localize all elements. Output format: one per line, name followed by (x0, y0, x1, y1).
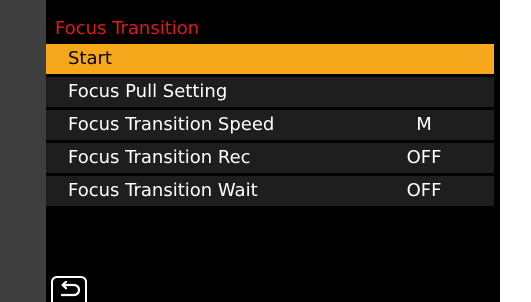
menu-item-value: OFF (406, 147, 442, 168)
menu-item-label: Focus Pull Setting (68, 81, 228, 102)
return-arrow-icon (60, 281, 81, 297)
menu-item-value: OFF (406, 180, 442, 201)
menu-item-label: Focus Transition Speed (68, 114, 275, 135)
menu-item-label: Start (68, 48, 112, 69)
left-sidebar (0, 0, 46, 302)
menu-item-label: Focus Transition Rec (68, 147, 251, 168)
menu-title: Focus Transition (55, 18, 200, 39)
menu-screen: Focus Transition Start Focus Pull Settin… (0, 0, 500, 302)
menu-item-focus-transition-rec[interactable]: Focus Transition Rec OFF (46, 143, 494, 173)
camera-screen-frame: Focus Transition Start Focus Pull Settin… (0, 0, 531, 302)
back-button[interactable] (51, 276, 87, 302)
menu-item-focus-transition-wait[interactable]: Focus Transition Wait OFF (46, 176, 494, 206)
menu-item-focus-pull-setting[interactable]: Focus Pull Setting (46, 77, 494, 107)
menu-item-value: M (416, 114, 432, 135)
menu-item-label: Focus Transition Wait (68, 180, 258, 201)
menu-list: Start Focus Pull Setting Focus Transitio… (46, 44, 494, 209)
menu-item-focus-transition-speed[interactable]: Focus Transition Speed M (46, 110, 494, 140)
menu-item-start[interactable]: Start (46, 44, 494, 74)
